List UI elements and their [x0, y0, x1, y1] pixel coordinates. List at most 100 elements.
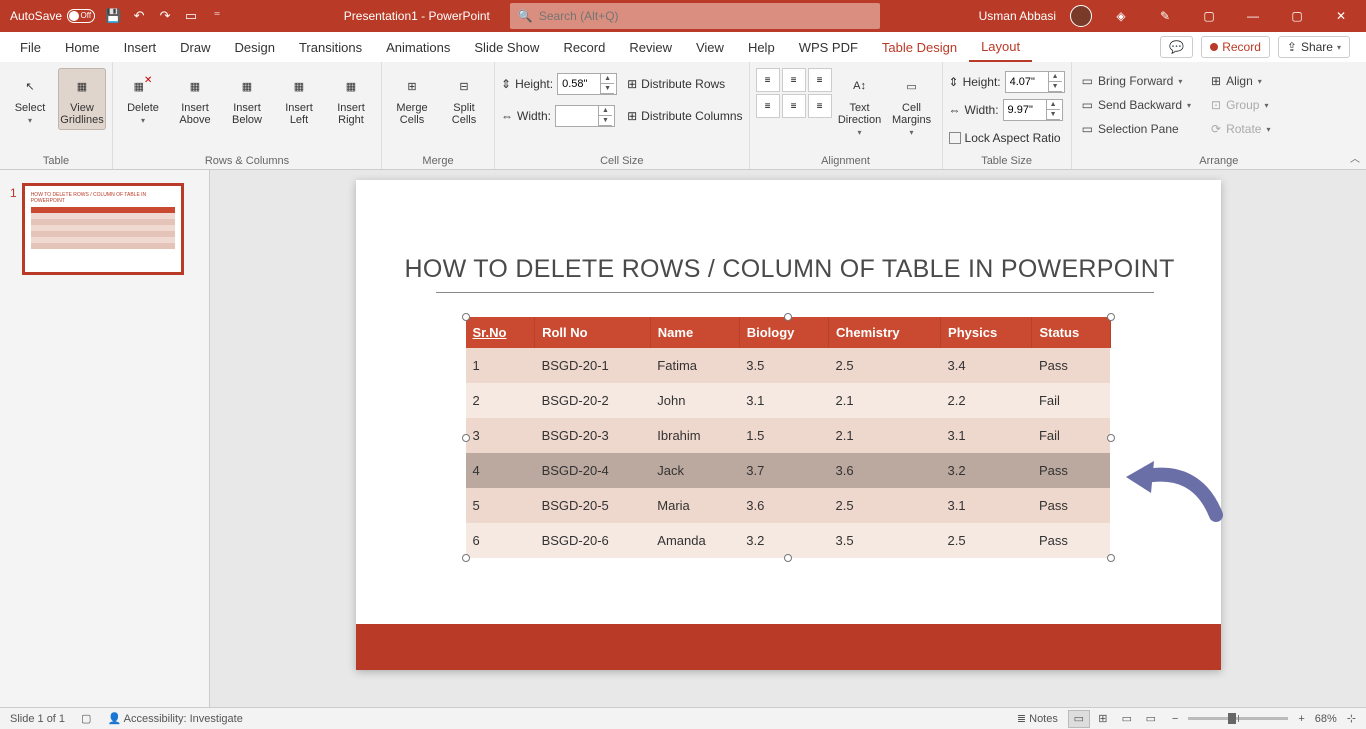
ribbon-mode-icon[interactable]: ▢: [1194, 1, 1224, 31]
table-cell[interactable]: 2.1: [829, 418, 941, 453]
table-header-cell[interactable]: Physics: [941, 317, 1032, 348]
tab-transitions[interactable]: Transitions: [287, 32, 374, 62]
table-cell[interactable]: 5: [466, 488, 535, 523]
selection-handle[interactable]: [1107, 434, 1115, 442]
comments-button[interactable]: 💬: [1160, 36, 1193, 58]
spin-down-icon[interactable]: ▼: [601, 84, 614, 94]
table-height-input[interactable]: ▲▼: [1005, 71, 1065, 93]
table-cell[interactable]: 2: [466, 383, 535, 418]
table-cell[interactable]: 3.2: [739, 523, 828, 558]
selection-handle[interactable]: [1107, 554, 1115, 562]
slide-canvas[interactable]: HOW TO DELETE ROWS / COLUMN OF TABLE IN …: [210, 170, 1366, 711]
table-cell[interactable]: Pass: [1032, 453, 1110, 488]
collapse-ribbon-icon[interactable]: ︿: [1350, 150, 1360, 165]
slide-title[interactable]: HOW TO DELETE ROWS / COLUMN OF TABLE IN …: [405, 255, 1175, 284]
search-box[interactable]: 🔍: [510, 3, 880, 29]
sorter-view-button[interactable]: ⊞: [1092, 710, 1114, 728]
zoom-slider[interactable]: [1188, 717, 1288, 720]
selection-handle[interactable]: [784, 313, 792, 321]
maximize-button[interactable]: ▢: [1282, 1, 1312, 31]
minimize-button[interactable]: —: [1238, 1, 1268, 31]
autosave-toggle[interactable]: AutoSave Off: [10, 9, 95, 23]
table-wrapper[interactable]: Sr.NoRoll NoNameBiologyChemistryPhysicsS…: [466, 317, 1111, 558]
fit-to-window-button[interactable]: ⊹: [1347, 712, 1356, 725]
table-cell[interactable]: 4: [466, 453, 535, 488]
spin-up-icon[interactable]: ▲: [1047, 100, 1060, 110]
table-cell[interactable]: 3.5: [829, 523, 941, 558]
slideshow-view-button[interactable]: ▭: [1140, 710, 1162, 728]
slide[interactable]: HOW TO DELETE ROWS / COLUMN OF TABLE IN …: [356, 180, 1221, 670]
align-bottom-center[interactable]: ≡: [782, 94, 806, 118]
tab-animations[interactable]: Animations: [374, 32, 462, 62]
table-row[interactable]: 5BSGD-20-5Maria3.62.53.1Pass: [466, 488, 1111, 523]
cell-margins-button[interactable]: ▭Cell Margins▾: [888, 68, 936, 141]
table-cell[interactable]: 2.5: [829, 348, 941, 383]
table-row[interactable]: 4BSGD-20-4Jack3.73.63.2Pass: [466, 453, 1111, 488]
tab-help[interactable]: Help: [736, 32, 787, 62]
table-row[interactable]: 1BSGD-20-1Fatima3.52.53.4Pass: [466, 348, 1111, 383]
insert-left-button[interactable]: ▦Insert Left: [275, 68, 323, 130]
table-cell[interactable]: 3.1: [941, 488, 1032, 523]
table-cell[interactable]: BSGD-20-2: [535, 383, 651, 418]
notes-button[interactable]: ≣ Notes: [1017, 712, 1058, 725]
text-direction-button[interactable]: A↕Text Direction▾: [836, 68, 884, 141]
selection-handle[interactable]: [784, 554, 792, 562]
align-top-center[interactable]: ≡: [782, 68, 806, 92]
record-button[interactable]: Record: [1201, 36, 1270, 58]
cell-width-field[interactable]: [556, 110, 598, 122]
table-cell[interactable]: 3.1: [739, 383, 828, 418]
tab-draw[interactable]: Draw: [168, 32, 222, 62]
table-cell[interactable]: Amanda: [650, 523, 739, 558]
diamond-icon[interactable]: ◈: [1106, 1, 1136, 31]
table-cell[interactable]: 3.4: [941, 348, 1032, 383]
tab-layout[interactable]: Layout: [969, 32, 1032, 62]
insert-right-button[interactable]: ▦Insert Right: [327, 68, 375, 130]
table-header-cell[interactable]: Chemistry: [829, 317, 941, 348]
table-cell[interactable]: John: [650, 383, 739, 418]
align-bottom-left[interactable]: ≡: [756, 94, 780, 118]
table-height-field[interactable]: [1006, 76, 1048, 88]
zoom-in-button[interactable]: +: [1298, 713, 1304, 725]
table-header-cell[interactable]: Status: [1032, 317, 1110, 348]
send-backward-button[interactable]: ▭Send Backward▾: [1078, 94, 1195, 116]
tab-design[interactable]: Design: [223, 32, 287, 62]
distribute-rows-button[interactable]: ⊞Distribute Rows: [627, 72, 742, 96]
selection-handle[interactable]: [462, 313, 470, 321]
delete-button[interactable]: ▦✕Delete▾: [119, 68, 167, 129]
qat-more-icon[interactable]: ⁼: [209, 8, 225, 24]
table-cell[interactable]: 6: [466, 523, 535, 558]
table-cell[interactable]: 2.2: [941, 383, 1032, 418]
language-icon[interactable]: ▢: [81, 712, 91, 725]
table-cell[interactable]: 1: [466, 348, 535, 383]
table-header-cell[interactable]: Sr.No: [466, 317, 535, 348]
table-cell[interactable]: 2.5: [941, 523, 1032, 558]
table-row[interactable]: 6BSGD-20-6Amanda3.23.52.5Pass: [466, 523, 1111, 558]
avatar[interactable]: [1070, 5, 1092, 27]
tab-file[interactable]: File: [8, 32, 53, 62]
spin-up-icon[interactable]: ▲: [1049, 72, 1062, 82]
slide-thumbnail-1[interactable]: HOW TO DELETE ROWS / COLUMN OF TABLE IN …: [23, 184, 183, 274]
table-cell[interactable]: 3.2: [941, 453, 1032, 488]
table-cell[interactable]: Pass: [1032, 523, 1110, 558]
cell-height-input[interactable]: ▲▼: [557, 73, 617, 95]
view-gridlines-button[interactable]: ▦ View Gridlines: [58, 68, 106, 130]
spin-down-icon[interactable]: ▼: [599, 116, 612, 126]
table-cell[interactable]: 3.6: [739, 488, 828, 523]
cell-height-field[interactable]: [558, 78, 600, 90]
table-row[interactable]: 3BSGD-20-3Ibrahim1.52.13.1Fail: [466, 418, 1111, 453]
align-bottom-right[interactable]: ≡: [808, 94, 832, 118]
zoom-level[interactable]: 68%: [1315, 713, 1337, 725]
thumbnail-panel[interactable]: 1 HOW TO DELETE ROWS / COLUMN OF TABLE I…: [0, 170, 210, 711]
normal-view-button[interactable]: ▭: [1068, 710, 1090, 728]
user-name[interactable]: Usman Abbasi: [979, 9, 1056, 23]
redo-icon[interactable]: ↷: [157, 8, 173, 24]
checkbox-icon[interactable]: [949, 132, 961, 144]
tab-insert[interactable]: Insert: [112, 32, 169, 62]
table-cell[interactable]: BSGD-20-4: [535, 453, 651, 488]
accessibility-button[interactable]: 👤 Accessibility: Investigate: [107, 712, 242, 725]
spin-down-icon[interactable]: ▼: [1049, 82, 1062, 92]
table-cell[interactable]: Ibrahim: [650, 418, 739, 453]
selection-handle[interactable]: [462, 434, 470, 442]
tab-wps-pdf[interactable]: WPS PDF: [787, 32, 870, 62]
tab-table-design[interactable]: Table Design: [870, 32, 969, 62]
